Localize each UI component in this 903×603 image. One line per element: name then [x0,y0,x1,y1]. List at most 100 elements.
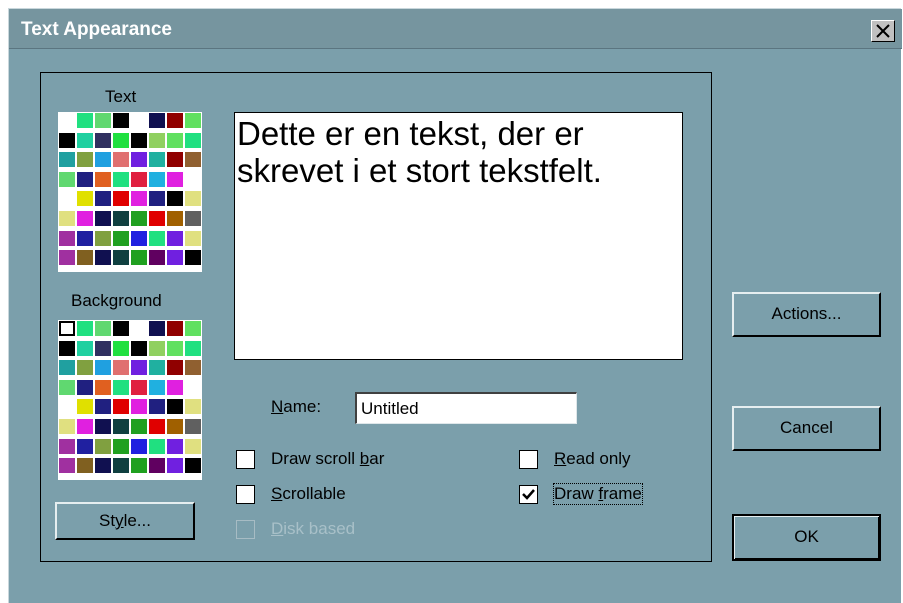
color-swatch[interactable] [185,340,201,356]
color-swatch[interactable] [113,399,129,415]
color-swatch[interactable] [131,321,147,336]
color-swatch[interactable] [131,132,147,148]
color-swatch[interactable] [149,458,165,474]
color-swatch[interactable] [167,191,183,207]
color-swatch[interactable] [185,360,201,376]
color-swatch[interactable] [185,113,201,128]
color-swatch[interactable] [131,399,147,415]
color-swatch[interactable] [131,438,147,454]
color-swatch[interactable] [59,379,75,395]
color-swatch[interactable] [59,171,75,187]
color-swatch[interactable] [131,171,147,187]
color-swatch[interactable] [59,211,75,226]
color-swatch[interactable] [95,171,111,187]
color-swatch[interactable] [167,211,183,226]
color-swatch[interactable] [59,438,75,454]
color-swatch[interactable] [131,250,147,266]
color-swatch[interactable] [59,340,75,356]
color-swatch[interactable] [77,171,93,187]
color-swatch[interactable] [59,113,75,128]
color-swatch[interactable] [149,360,165,376]
draw-frame-label[interactable]: Draw frame [553,483,643,505]
cancel-button[interactable]: Cancel [732,406,881,451]
color-swatch[interactable] [77,438,93,454]
color-swatch[interactable] [95,340,111,356]
color-swatch[interactable] [95,321,111,336]
read-only-checkbox[interactable] [519,450,538,469]
color-swatch[interactable] [113,360,129,376]
color-swatch[interactable] [185,152,201,168]
color-swatch[interactable] [167,321,183,336]
color-swatch[interactable] [95,250,111,266]
color-swatch[interactable] [167,438,183,454]
color-swatch[interactable] [131,458,147,474]
color-swatch[interactable] [131,230,147,246]
color-swatch[interactable] [131,379,147,395]
color-swatch[interactable] [113,250,129,266]
color-swatch[interactable] [167,132,183,148]
color-swatch[interactable] [185,321,201,336]
color-swatch[interactable] [167,379,183,395]
color-swatch[interactable] [167,360,183,376]
color-swatch[interactable] [59,152,75,168]
color-swatch[interactable] [59,419,75,434]
color-swatch[interactable] [131,360,147,376]
close-button[interactable] [871,20,895,42]
color-swatch[interactable] [95,191,111,207]
color-swatch[interactable] [113,379,129,395]
color-swatch[interactable] [59,132,75,148]
color-swatch[interactable] [185,250,201,266]
color-swatch[interactable] [167,250,183,266]
color-swatch[interactable] [77,132,93,148]
color-swatch[interactable] [185,191,201,207]
color-swatch[interactable] [149,419,165,434]
color-swatch[interactable] [185,211,201,226]
color-swatch[interactable] [149,171,165,187]
color-swatch[interactable] [77,360,93,376]
disk-based-label[interactable]: Disk based [271,519,355,539]
color-swatch[interactable] [185,379,201,395]
actions-button[interactable]: Actions... [732,292,881,337]
color-swatch[interactable] [77,250,93,266]
color-swatch[interactable] [149,113,165,128]
color-swatch[interactable] [113,230,129,246]
color-swatch[interactable] [167,230,183,246]
color-swatch[interactable] [77,458,93,474]
color-swatch[interactable] [185,171,201,187]
color-swatch[interactable] [149,321,165,336]
color-swatch[interactable] [77,113,93,128]
color-swatch[interactable] [113,211,129,226]
color-swatch[interactable] [131,211,147,226]
color-swatch[interactable] [131,340,147,356]
color-swatch[interactable] [113,419,129,434]
color-swatch[interactable] [185,132,201,148]
color-swatch[interactable] [167,113,183,128]
color-swatch[interactable] [131,152,147,168]
color-swatch[interactable] [167,419,183,434]
name-input[interactable] [355,392,577,424]
color-swatch[interactable] [149,152,165,168]
color-swatch[interactable] [59,321,75,336]
color-swatch[interactable] [59,230,75,246]
color-swatch[interactable] [95,132,111,148]
color-swatch[interactable] [95,379,111,395]
color-swatch[interactable] [77,399,93,415]
draw-scroll-bar-label[interactable]: Draw scroll bar [271,449,384,469]
color-swatch[interactable] [77,379,93,395]
color-swatch[interactable] [113,113,129,128]
text-color-palette[interactable] [58,112,202,272]
color-swatch[interactable] [77,321,93,336]
disk-based-checkbox[interactable] [236,520,255,539]
color-swatch[interactable] [113,340,129,356]
color-swatch[interactable] [131,419,147,434]
color-swatch[interactable] [95,230,111,246]
style-button[interactable]: Style... [55,502,195,540]
color-swatch[interactable] [149,399,165,415]
color-swatch[interactable] [149,379,165,395]
color-swatch[interactable] [167,399,183,415]
color-swatch[interactable] [167,171,183,187]
color-swatch[interactable] [77,191,93,207]
color-swatch[interactable] [95,419,111,434]
color-swatch[interactable] [95,360,111,376]
color-swatch[interactable] [131,113,147,128]
